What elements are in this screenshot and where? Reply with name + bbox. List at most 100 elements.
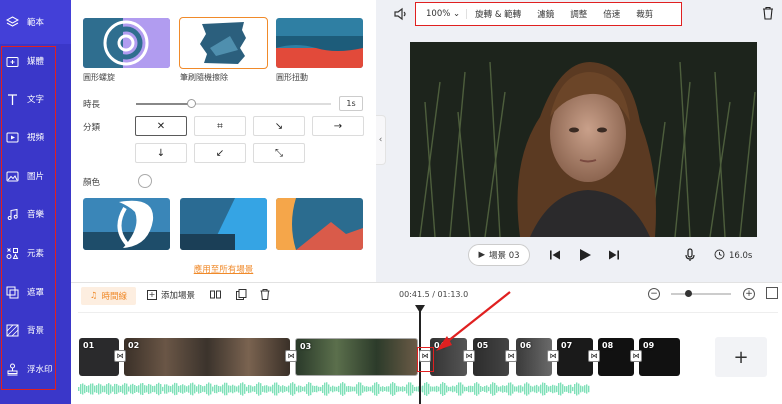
highlight-box [417,347,434,372]
add-box-icon: + [147,290,157,300]
clip-04[interactable]: 04 [430,338,467,376]
duration-value[interactable]: 1s [339,96,363,111]
nav-item-label: 媒體 [27,57,45,67]
timeline-time: 00:41.5 / 01:13.0 [399,290,469,299]
transition-thumb-circle[interactable] [276,198,363,250]
volume-icon[interactable] [393,6,409,22]
clip-02[interactable]: 02 [124,338,290,376]
direction-option[interactable]: → [312,116,364,136]
color-label: 顏色 [83,178,101,188]
direction-option[interactable]: ⤡ [253,143,305,163]
color-swatch[interactable] [138,174,152,188]
transition-marker[interactable]: ⋈ [588,350,600,362]
direction-option[interactable]: ⌗ [194,116,246,136]
nav-item-label: 遮罩 [27,288,45,298]
nav-item-label: 視頻 [27,133,45,143]
timeline-tab[interactable]: ♫ 時間線 [81,287,136,305]
nav-item-image[interactable]: 圖片 [0,158,71,194]
nav-item-overlay[interactable]: 遮罩 [0,274,71,310]
skip-forward-icon[interactable] [607,248,621,262]
microphone-icon[interactable] [684,248,696,262]
transition-thumb-wave[interactable] [276,18,363,68]
direction-label: 分類 [83,123,101,133]
clip-09[interactable]: 09 [639,338,680,376]
toolbar-filter-button[interactable]: 濾鏡 [529,8,562,20]
add-scene-button[interactable]: + 添加場景 [147,289,195,301]
direction-option[interactable]: ↙ [194,143,246,163]
timeline-icon: ♫ [89,291,98,301]
transition-marker[interactable]: ⋈ [630,350,642,362]
transition-marker[interactable]: ⋈ [547,350,559,362]
duration-label: 時長 [83,100,101,110]
clip-number: 06 [520,341,532,350]
clip-01[interactable]: 01 [79,338,119,376]
timeline-tab-label: 時間線 [101,292,128,302]
direction-option[interactable]: ✕ [135,116,187,136]
transition-marker[interactable]: ⋈ [114,350,126,362]
audio-track[interactable] [78,380,590,398]
layers-icon [6,15,19,29]
split-icon[interactable] [210,289,221,300]
video-preview[interactable] [410,42,757,237]
nav-item-label: 背景 [27,326,45,336]
transition-thumb-brushstroke[interactable] [83,198,170,250]
duration-slider-knob[interactable] [186,99,196,108]
nav-item-label: 文字 [27,95,45,105]
delete-scene-icon[interactable] [762,6,774,20]
direction-option[interactable]: ↓ [135,143,187,163]
toolbar-crop-button[interactable]: 裁剪 [628,8,661,20]
clip-08[interactable]: 08 [598,338,634,376]
zoom-out-button[interactable]: − [648,288,660,300]
duration-slider[interactable] [136,99,331,108]
scene-duration: 16.0s [714,249,752,263]
nav-item-label: 範本 [27,18,45,28]
apply-all-link[interactable]: 應用至所有場景 [71,263,376,275]
timeline-zoom-slider[interactable] [671,293,731,295]
nav-item-media[interactable]: 媒體 [0,43,71,79]
transition-thumb-spiral[interactable] [83,18,170,68]
nav-item-music[interactable]: 音樂 [0,196,71,232]
collapse-panel-button[interactable]: ‹ [376,115,386,165]
nav-item-label: 元素 [27,249,45,259]
transition-thumb-diagonal[interactable] [180,198,267,250]
scene-button[interactable]: ▶ 場景 03 [468,244,530,266]
clip-05[interactable]: 05 [473,338,509,376]
image-icon [6,170,19,183]
nav-item-templates[interactable]: 範本 [0,4,71,40]
nav-item-watermark[interactable]: 浮水印 [0,351,71,387]
nav-item-video[interactable]: 視頻 [0,119,71,155]
transition-marker[interactable]: ⋈ [463,350,475,362]
toolbar-speed-button[interactable]: 倍速 [595,8,628,20]
transition-marker[interactable]: ⋈ [505,350,517,362]
clock-icon [714,249,725,263]
overlay-icon [6,286,19,299]
chevron-down-icon: ⌄ [453,9,461,19]
direction-option[interactable]: ↘ [253,116,305,136]
transition-thumb-brush[interactable] [179,17,268,69]
skip-back-icon[interactable] [548,248,562,262]
text-icon [6,93,19,106]
add-scene-label: 添加場景 [161,291,196,301]
duplicate-icon[interactable] [236,289,247,300]
timeline-zoom-knob[interactable] [684,290,692,297]
clip-number: 03 [300,342,312,351]
duration-slider-fill [136,103,191,105]
zoom-in-button[interactable]: + [743,288,755,300]
nav-item-text[interactable]: 文字 [0,81,71,117]
timeline: ♫ 時間線 + 添加場景 00:41.5 / 01:13.0 − + 01 02 0… [71,282,782,404]
transition-label: 圓形螺旋 [83,73,115,82]
toolbar-adjust-button[interactable]: 調整 [562,8,595,20]
zoom-select[interactable]: 100% ⌄ [416,9,468,19]
clip-number: 05 [477,341,489,350]
transition-marker[interactable]: ⋈ [285,350,297,362]
add-clip-button[interactable]: + [715,337,767,377]
nav-item-elements[interactable]: 元素 [0,235,71,271]
play-icon[interactable] [578,248,592,262]
toolbar-rotate-button[interactable]: 旋轉 & 範轉 [467,8,529,20]
nav-item-background[interactable]: 背景 [0,312,71,348]
watermark-icon [6,363,19,376]
trash-icon[interactable] [260,289,270,300]
clip-number: 01 [83,341,95,350]
clip-03[interactable]: 03 [295,338,418,376]
fit-timeline-icon[interactable] [766,287,778,299]
